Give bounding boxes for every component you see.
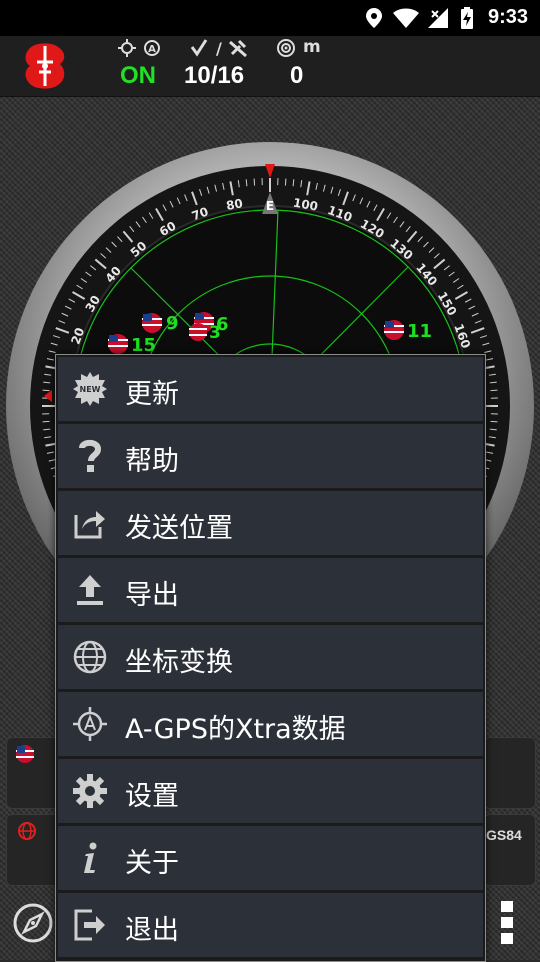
gps-status-icons: A	[118, 38, 164, 58]
menu-item-coordinate-transform[interactable]: 坐标变换	[58, 625, 483, 689]
upload-icon	[72, 572, 108, 608]
app-logo-icon[interactable]	[22, 42, 68, 90]
menu-item-help[interactable]: 帮助	[58, 424, 483, 488]
menu-item-agps-xtra[interactable]: A-GPS的Xtra数据	[58, 692, 483, 756]
svg-text:NEW: NEW	[80, 385, 101, 394]
accuracy-value: 0	[290, 62, 303, 90]
globe-icon	[72, 639, 108, 675]
menu-item-settings[interactable]: 设置	[58, 759, 483, 823]
menu-item-label: 帮助	[125, 439, 179, 478]
satellites-used: 10	[184, 62, 211, 89]
compass-mode-icon[interactable]	[12, 902, 54, 944]
datum-label: GS84	[486, 827, 522, 843]
satellite-count-icons: /	[190, 38, 250, 58]
degree-label: 80	[225, 196, 244, 213]
svg-text:/: /	[216, 39, 222, 58]
menu-item-exit[interactable]: 退出	[58, 893, 483, 957]
gps-info-bar: A ON / 10/16 m 0	[0, 36, 540, 97]
menu-item-update[interactable]: NEW 更新	[58, 357, 483, 421]
battery-charging-icon	[458, 7, 476, 29]
svg-text:9: 9	[166, 313, 179, 334]
right-info-panel-1[interactable]	[484, 737, 536, 809]
clock: 9:33	[488, 6, 528, 29]
signal-icon	[426, 7, 450, 29]
menu-item-label: 导出	[125, 573, 179, 612]
menu-item-label: 退出	[125, 908, 179, 947]
right-info-panel-2[interactable]: GS84	[484, 814, 536, 886]
accuracy-icon	[276, 38, 296, 58]
gear-icon	[72, 773, 108, 809]
svg-text:15: 15	[131, 335, 156, 356]
menu-item-label: A-GPS的Xtra数据	[125, 707, 346, 746]
svg-text:11: 11	[407, 321, 432, 342]
satellites-visible: 16	[217, 62, 244, 89]
satellite-counts: 10/16	[184, 62, 244, 90]
location-icon	[364, 7, 384, 29]
info-icon	[72, 840, 108, 876]
share-icon	[72, 505, 108, 541]
menu-item-label: 发送位置	[125, 506, 233, 545]
agps-icon	[72, 706, 108, 742]
overflow-menu-icon[interactable]	[497, 898, 517, 948]
accuracy-unit: m	[303, 37, 321, 57]
satellite-11: 11	[384, 320, 432, 342]
menu-item-export[interactable]: 导出	[58, 558, 483, 622]
menu-item-label: 设置	[125, 774, 179, 813]
globe-red-icon	[17, 821, 37, 841]
svg-text:A: A	[148, 44, 156, 55]
satellite-15: 15	[108, 334, 156, 356]
exit-icon	[72, 907, 108, 943]
menu-item-about[interactable]: 关于	[58, 826, 483, 890]
menu-item-label: 关于	[125, 841, 179, 880]
question-mark-icon	[72, 438, 108, 474]
north-label: E	[266, 199, 274, 213]
wifi-icon	[392, 7, 420, 29]
gps-state: ON	[120, 62, 156, 90]
options-menu: NEW 更新 帮助 发送位置 导出 坐标变换	[55, 354, 486, 962]
new-badge-icon: NEW	[72, 371, 108, 407]
menu-item-send-location[interactable]: 发送位置	[58, 491, 483, 555]
status-bar: 9:33	[0, 0, 540, 36]
flag-usa-icon	[15, 744, 35, 764]
svg-text:3: 3	[209, 323, 221, 343]
menu-item-label: 更新	[125, 372, 179, 411]
menu-item-label: 坐标变换	[125, 640, 233, 679]
